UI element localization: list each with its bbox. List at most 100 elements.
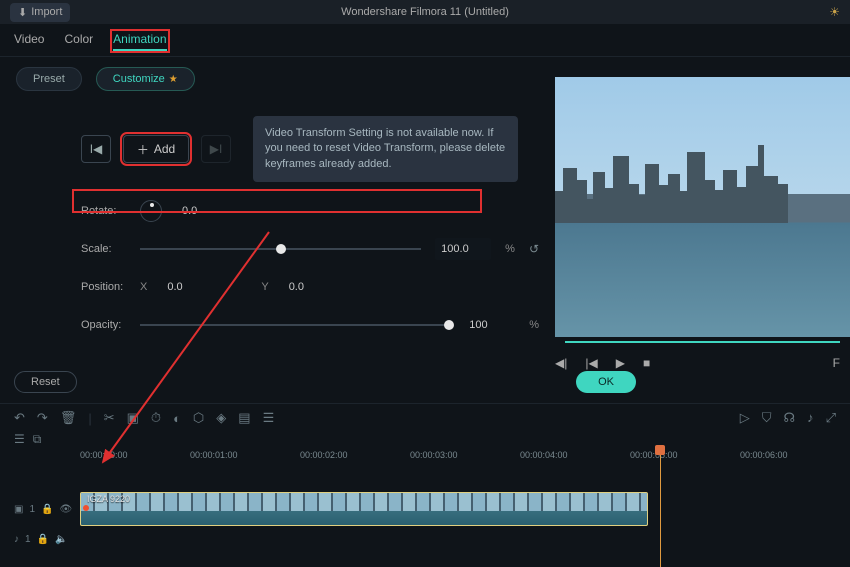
delete-icon[interactable]: 🗑 <box>60 410 77 426</box>
pos-x-label: X <box>140 281 147 293</box>
eye-icon[interactable]: 👁 <box>59 504 72 515</box>
window-title: Wondershare Filmora 11 (Untitled) <box>341 6 509 18</box>
tag-icon[interactable]: ◈ <box>216 410 226 426</box>
play-clip-icon[interactable]: ▷ <box>740 410 750 426</box>
frame-back-icon[interactable]: |◀ <box>585 356 597 370</box>
tab-video[interactable]: Video <box>14 32 44 50</box>
audio-track-number: 1 <box>25 534 31 545</box>
properties-panel: Preset Customize ★ I◀ ＋ Add ▶I Video Tra… <box>0 57 555 367</box>
import-button[interactable]: ⬇ Import <box>10 3 70 22</box>
clip-thumbnails <box>81 493 647 511</box>
opacity-row: Opacity: 100 % <box>16 314 539 336</box>
ruler-tick: 00:00:05:00 <box>630 450 740 460</box>
scale-reset-icon[interactable]: ↺ <box>529 242 539 256</box>
stop-icon[interactable]: ■ <box>643 356 650 370</box>
scale-value[interactable]: 100.0 <box>435 238 491 260</box>
undo-icon[interactable]: ↶ <box>14 410 25 426</box>
scale-unit: % <box>505 243 515 255</box>
position-label: Position: <box>81 281 126 293</box>
lock-icon[interactable]: 🔒 <box>37 534 49 545</box>
crop-icon[interactable]: ▣ <box>127 410 139 426</box>
scale-slider-thumb[interactable] <box>276 244 286 254</box>
scale-label: Scale: <box>81 243 126 255</box>
preview-area <box>555 57 850 367</box>
pos-y-label: Y <box>261 281 268 293</box>
redo-icon[interactable]: ↷ <box>37 410 48 426</box>
music-icon: ♪ <box>14 534 19 545</box>
video-clip-label: IGZA 9220 <box>87 494 130 504</box>
scale-row: Scale: 100.0 % ↺ <box>16 238 539 260</box>
customize-label: Customize <box>113 73 165 85</box>
filter-icon[interactable]: ☰ <box>14 432 25 447</box>
color-icon[interactable]: ◐ <box>173 411 181 426</box>
tab-color[interactable]: Color <box>64 32 93 50</box>
rotate-knob[interactable] <box>140 200 162 222</box>
opacity-value[interactable]: 100 <box>463 314 515 336</box>
grid-icon[interactable]: ▤ <box>238 410 250 426</box>
link-icon[interactable]: ⧉ <box>33 432 42 447</box>
ruler-tick: 00:00:06:00 <box>740 450 850 460</box>
preset-label: Preset <box>33 73 65 85</box>
lock-icon[interactable]: 🔒 <box>41 504 53 515</box>
star-icon: ★ <box>169 74 178 85</box>
sun-icon[interactable]: ☀ <box>829 5 840 19</box>
download-icon: ⬇ <box>18 6 27 19</box>
timeline-ruler[interactable]: 00:00:00:00 00:00:01:00 00:00:02:00 00:0… <box>0 447 850 463</box>
tooltip-message: Video Transform Setting is not available… <box>253 116 518 182</box>
main-tabbar: Video Color Animation <box>0 24 850 57</box>
subtab-preset[interactable]: Preset <box>16 67 82 91</box>
ok-button[interactable]: OK <box>576 371 636 393</box>
reset-button[interactable]: Reset <box>14 371 77 393</box>
render-icon[interactable]: ⬡ <box>193 410 204 426</box>
opacity-slider-thumb[interactable] <box>444 320 454 330</box>
speed-icon[interactable]: ⏱ <box>151 410 161 426</box>
timeline-toolbar: ↶ ↷ 🗑 | ✂ ▣ ⏱ ◐ ⬡ ◈ ▤ ☰ ▷ ⛉ ☊ ♪ ⤢ <box>0 410 850 430</box>
step-back-icon[interactable]: ◀| <box>555 356 567 370</box>
list-icon[interactable]: ☰ <box>263 410 275 426</box>
audio-track-header: ♪ 1 🔒 🔈 <box>14 534 80 545</box>
plus-icon: ＋ <box>137 141 149 158</box>
play-icon[interactable]: ▶ <box>616 356 625 370</box>
titlebar: ⬇ Import Wondershare Filmora 11 (Untitle… <box>0 0 850 24</box>
rotate-value[interactable]: 0.0 <box>176 200 228 222</box>
ruler-tick: 00:00:01:00 <box>190 450 300 460</box>
mixer-icon[interactable]: ☊ <box>784 410 796 426</box>
pos-x-value[interactable]: 0.0 <box>161 276 213 298</box>
video-track-header: ▣ 1 🔒 👁 <box>14 504 80 515</box>
keyframe-controls: I◀ ＋ Add ▶I Video Transform Setting is n… <box>16 116 539 182</box>
video-clip[interactable]: IGZA 9220 <box>80 492 648 526</box>
timeline-area: ↶ ↷ 🗑 | ✂ ▣ ⏱ ◐ ⬡ ◈ ▤ ☰ ▷ ⛉ ☊ ♪ ⤢ ☰ ⧉ 00… <box>0 403 850 551</box>
ruler-tick: 00:00:03:00 <box>410 450 520 460</box>
rotate-label: Rotate: <box>81 205 126 217</box>
preview-progress[interactable] <box>565 341 840 343</box>
pos-y-value[interactable]: 0.0 <box>283 276 335 298</box>
expand-icon[interactable]: ⤢ <box>826 410 836 426</box>
subtab-customize[interactable]: Customize ★ <box>96 67 195 91</box>
opacity-slider[interactable] <box>140 324 449 326</box>
speaker-icon[interactable]: 🔈 <box>55 534 67 545</box>
opacity-unit: % <box>529 319 539 331</box>
playhead[interactable] <box>660 447 661 567</box>
video-track-number: 1 <box>29 504 35 515</box>
ruler-tick: 00:00:02:00 <box>300 450 410 460</box>
shield-icon[interactable]: ⛉ <box>762 410 772 426</box>
preview-canvas[interactable] <box>555 77 850 337</box>
add-label: Add <box>154 142 175 156</box>
ruler-tick: 00:00:00:00 <box>80 450 190 460</box>
add-keyframe-button[interactable]: ＋ Add <box>123 135 189 163</box>
scale-slider[interactable] <box>140 248 421 250</box>
subtab-row: Preset Customize ★ <box>16 67 539 91</box>
next-keyframe-button[interactable]: ▶I <box>201 135 231 163</box>
ruler-tick: 00:00:04:00 <box>520 450 630 460</box>
prev-keyframe-button[interactable]: I◀ <box>81 135 111 163</box>
fullscreen-label[interactable]: F <box>833 356 840 370</box>
volume-icon[interactable]: ♪ <box>807 410 814 426</box>
import-label: Import <box>31 6 62 18</box>
position-row: Position: X 0.0 Y 0.0 <box>16 276 539 298</box>
keyframe-marker[interactable] <box>83 505 89 511</box>
cut-icon[interactable]: ✂ <box>104 410 115 426</box>
skyline-decoration <box>555 145 850 223</box>
tab-animation[interactable]: Animation <box>113 32 166 50</box>
film-icon: ▣ <box>14 504 23 515</box>
rotate-row: Rotate: 0.0 <box>16 200 539 222</box>
